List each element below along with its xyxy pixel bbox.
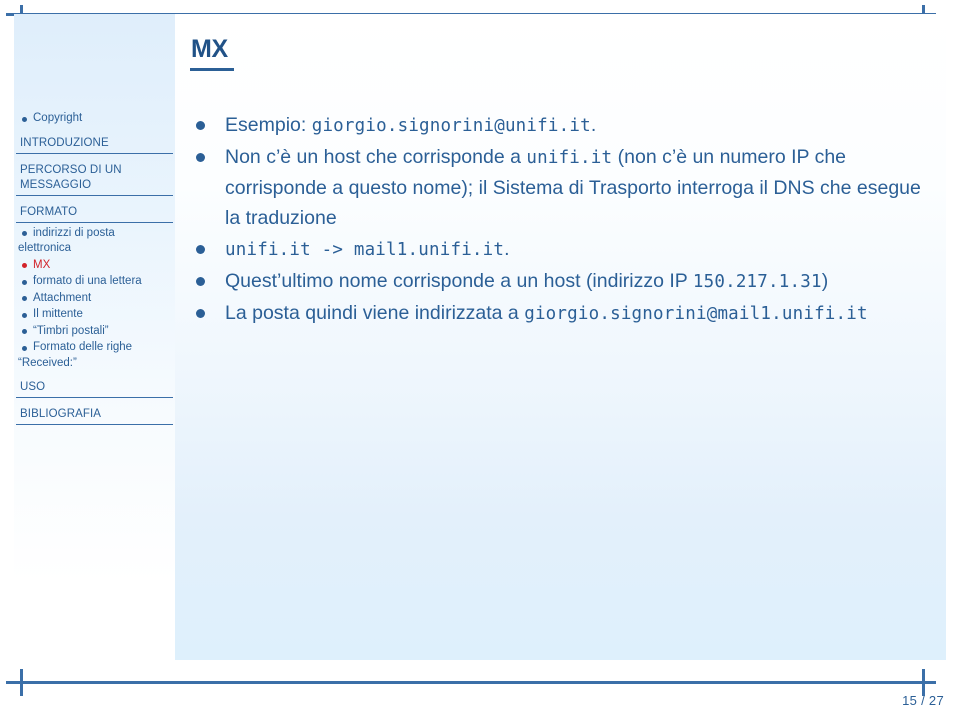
bottom-frame-rule <box>6 681 936 684</box>
sidebar-item-label: Il mittente <box>33 308 83 320</box>
bullet-questultimo-nome: Quest’ultimo nome corrisponde a un host … <box>187 266 938 297</box>
sidebar-item-label-cont: “Received:” <box>18 356 77 369</box>
sidebar-item-il-mittente[interactable]: Il mittente <box>18 307 175 323</box>
sidebar-item-label-cont: elettronica <box>18 242 72 254</box>
sidebar-item-formato-di-una-lettera[interactable]: formato di una lettera <box>18 274 175 290</box>
sidebar-toc: Copyright INTRODUZIONE PERCORSO DI UN MESS… <box>14 110 175 428</box>
page-number: 15 / 27 <box>902 693 944 708</box>
sidebar-item-attachment[interactable]: Attachment <box>18 291 175 307</box>
sidebar-item-label: MX <box>33 258 51 271</box>
sidebar-section-introduzione[interactable]: INTRODUZIONE <box>16 136 173 154</box>
bullet-icon <box>196 309 205 318</box>
body-text: Esempio: <box>225 114 312 136</box>
sidebar-item-label: “Timbri postali” <box>33 324 109 337</box>
bullet-icon <box>22 231 27 236</box>
title-underline <box>190 68 234 71</box>
code-text: unifi.it -> mail1.unifi.it <box>225 240 505 260</box>
body-text: ) <box>821 270 829 292</box>
bullet-icon <box>22 345 27 351</box>
page-title: MX <box>191 35 228 63</box>
bottom-right-crop-mark <box>922 669 925 696</box>
title-block: MX <box>190 36 234 71</box>
code-text: giorgio.signorini@mail1.unifi.it <box>524 304 868 324</box>
sidebar-item-label: formato di una lettera <box>33 275 142 287</box>
sidebar-item-label: Formato delle righe <box>33 341 133 353</box>
sidebar-item-mx[interactable]: MX <box>18 258 175 274</box>
code-text: unifi.it <box>526 148 613 168</box>
bullet-unifi-to-mail1: unifi.it -> mail1.unifi.it. <box>187 234 938 265</box>
sidebar-section-bibliografia[interactable]: BIBLIOGRAFIA <box>16 407 173 425</box>
bullet-icon <box>196 277 205 286</box>
bullet-icon <box>196 121 205 130</box>
bullet-icon <box>22 116 27 122</box>
bullet-la-posta-quindi: La posta quindi viene indirizzata a gior… <box>187 298 938 329</box>
bullet-icon <box>22 296 27 301</box>
bottom-left-crop-mark <box>20 669 23 696</box>
code-text: 150.217.1.31 <box>692 272 822 292</box>
sidebar-item-formato-delle-righe-received[interactable]: Formato delle righe “Received:” <box>18 340 175 371</box>
sidebar-item-label: Attachment <box>33 291 92 304</box>
sidebar-item-copyright[interactable]: Copyright <box>18 111 175 127</box>
bullet-icon <box>196 245 205 254</box>
body-text: Non c’è un host che corrisponde a <box>225 146 527 168</box>
bullet-esempio: Esempio: giorgio.signorini@unifi.it. <box>187 110 938 141</box>
sidebar-item-label: indirizzi di posta <box>33 226 115 239</box>
body-text: La posta quindi viene indirizzata a <box>225 302 525 324</box>
sidebar-section-percorso-di-un-messaggio[interactable]: PERCORSO DI UN MESSAGGIO <box>16 163 173 196</box>
body-text: . <box>590 114 597 136</box>
body-text: Quest’ultimo nome corrisponde a un host … <box>225 270 693 292</box>
bullet-icon <box>22 279 27 285</box>
sidebar-section-uso[interactable]: USO <box>16 380 173 398</box>
bullet-non-ce-un-host: Non c’è un host che corrisponde a unifi.… <box>187 142 938 233</box>
sidebar-item-timbri-postali[interactable]: “Timbri postali” <box>18 324 175 340</box>
bullet-icon <box>22 312 27 318</box>
bullet-icon <box>22 263 27 268</box>
bullet-icon <box>196 153 205 162</box>
slide-canvas: Copyright INTRODUZIONE PERCORSO DI UN MESS… <box>0 0 960 714</box>
body-text: . <box>504 238 510 260</box>
code-text: giorgio.signorini@unifi.it <box>311 116 591 136</box>
sidebar-section-formato[interactable]: FORMATO <box>16 205 173 223</box>
bullet-icon <box>22 329 27 334</box>
slide-main: MX Esempio: giorgio.signorini@unifi.it. N… <box>175 14 946 660</box>
sidebar-item-label: Copyright <box>33 112 83 124</box>
bullet-list: Esempio: giorgio.signorini@unifi.it. Non … <box>187 110 938 330</box>
sidebar-item-indirizzi-di-posta-elettronica[interactable]: indirizzi di posta elettronica <box>18 226 175 257</box>
